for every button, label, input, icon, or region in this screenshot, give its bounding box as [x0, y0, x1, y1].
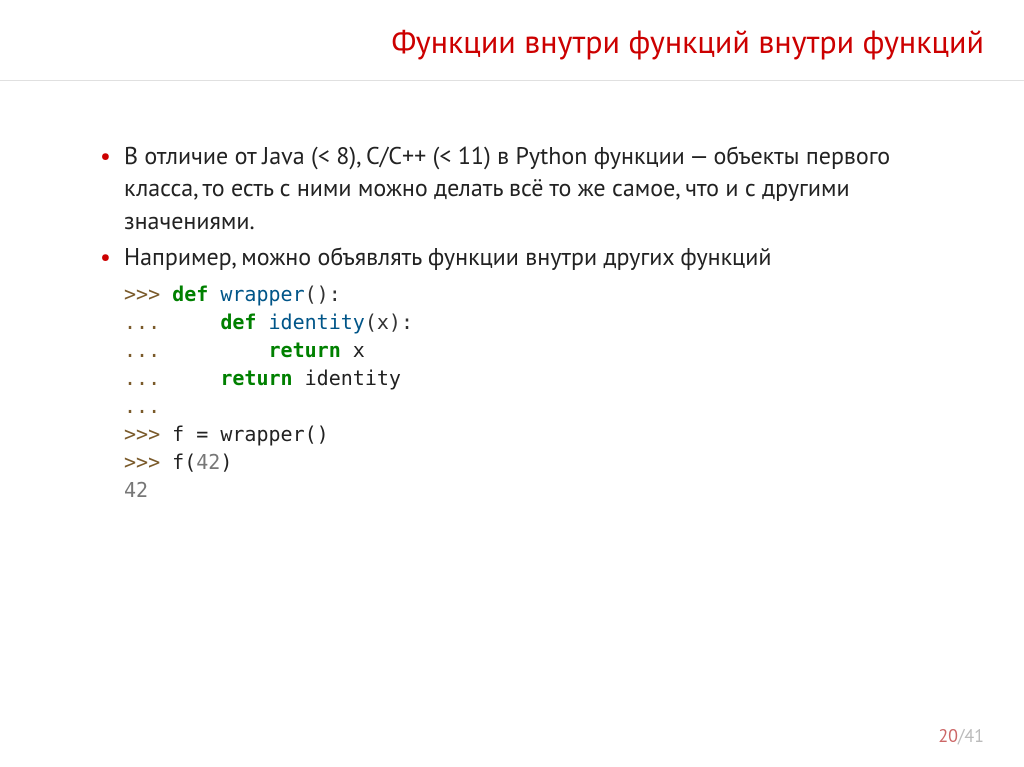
code-prompt: ...	[124, 338, 269, 362]
code-text: identity	[293, 366, 401, 390]
code-punct: (x):	[365, 310, 413, 334]
slide-title: Функции внутри функций внутри функций	[0, 20, 1024, 81]
code-prompt: ...	[124, 394, 160, 418]
code-prompt: >>>	[124, 450, 172, 474]
bullet-item: Например, можно объявлять функции внутри…	[100, 241, 934, 273]
code-output: 42	[124, 478, 148, 502]
code-keyword: return	[220, 366, 292, 390]
code-text: f = wrapper()	[172, 422, 329, 446]
page-indicator: 20/41	[938, 724, 984, 747]
code-prompt: ...	[124, 310, 220, 334]
code-punct: ():	[305, 282, 341, 306]
total-pages: 41	[964, 724, 984, 747]
code-number: 42	[196, 450, 220, 474]
code-text: f(	[172, 450, 196, 474]
slide: Функции внутри функций внутри функций В …	[0, 0, 1024, 767]
code-prompt: >>>	[124, 282, 172, 306]
code-identifier: identity	[256, 310, 364, 334]
slide-content: В отличие от Java (< 8), С/С++ (< 11) в …	[100, 140, 934, 504]
code-text: x	[341, 338, 365, 362]
bullet-list: В отличие от Java (< 8), С/С++ (< 11) в …	[100, 140, 934, 274]
code-keyword: return	[269, 338, 341, 362]
code-prompt: >>>	[124, 422, 172, 446]
code-keyword: def	[172, 282, 208, 306]
code-keyword: def	[220, 310, 256, 334]
bullet-item: В отличие от Java (< 8), С/С++ (< 11) в …	[100, 140, 934, 237]
current-page: 20	[938, 724, 958, 747]
code-prompt: ...	[124, 366, 220, 390]
code-block: >>> def wrapper(): ... def identity(x): …	[124, 280, 934, 504]
code-text: )	[220, 450, 232, 474]
code-identifier: wrapper	[208, 282, 304, 306]
